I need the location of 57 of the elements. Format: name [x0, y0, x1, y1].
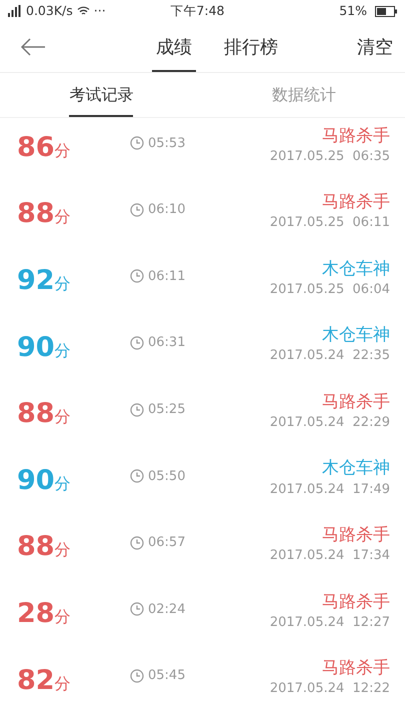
clock-icon — [130, 536, 144, 550]
score-text: 88分 — [17, 400, 71, 430]
record-title: 马路杀手 — [322, 124, 390, 147]
record-title: 马路杀手 — [322, 390, 390, 413]
date-text: 2017.05.25 06:11 — [270, 214, 390, 232]
sub-tab[interactable]: 考试记录 — [69, 81, 134, 117]
signal-icon — [8, 5, 22, 17]
clock-icon — [130, 336, 144, 350]
clear-button[interactable]: 清空 — [357, 34, 393, 60]
record-title: 马路杀手 — [322, 524, 390, 546]
clock-icon — [130, 269, 144, 284]
date-text: 2017.05.25 06:04 — [270, 280, 390, 299]
date-text: 2017.05.24 17:34 — [270, 547, 390, 566]
score-text: 90分 — [17, 334, 71, 363]
clock-icon — [130, 602, 144, 616]
duration-text: 06:10 — [148, 201, 186, 220]
score-text: 88分 — [17, 200, 71, 230]
duration-text: 06:31 — [148, 334, 186, 352]
score-text: 86分 — [17, 134, 71, 163]
speed-text: 0.03K/s — [26, 2, 73, 20]
record-title: 木仓车神 — [322, 457, 390, 480]
score-text: 90分 — [17, 466, 71, 496]
date-text: 2017.05.25 06:35 — [270, 148, 390, 166]
score-text: 28分 — [17, 600, 71, 629]
duration-text: 02:24 — [148, 600, 186, 619]
more-icon: ··· — [94, 2, 106, 20]
date-text: 2017.05.24 12:22 — [270, 680, 390, 698]
clock-icon — [130, 136, 144, 150]
record-title: 马路杀手 — [322, 590, 390, 613]
header-tab[interactable]: 排行榜 — [220, 34, 282, 72]
date-text: 2017.05.24 22:29 — [270, 414, 390, 432]
date-text: 2017.05.24 12:27 — [270, 614, 390, 632]
record-title: 马路杀手 — [322, 657, 390, 680]
date-text: 2017.05.24 22:35 — [270, 347, 390, 366]
duration-text: 06:57 — [148, 534, 186, 552]
score-text: 82分 — [17, 666, 71, 696]
clock-text: 下午7:48 — [170, 2, 224, 18]
clock-icon — [130, 402, 144, 417]
duration-text: 05:25 — [148, 400, 186, 419]
record-title: 马路杀手 — [322, 191, 390, 214]
battery-text: 51% — [339, 2, 367, 20]
clock-icon — [130, 669, 144, 684]
duration-text: 05:50 — [148, 468, 186, 486]
back-arrow-icon[interactable] — [20, 38, 46, 56]
battery-icon — [375, 6, 397, 16]
duration-text: 05:45 — [148, 667, 186, 686]
score-text: 92分 — [17, 266, 71, 296]
date-text: 2017.05.24 17:49 — [270, 480, 390, 499]
record-title: 木仓车神 — [322, 324, 390, 346]
duration-text: 05:53 — [148, 134, 186, 153]
record-title: 木仓车神 — [322, 258, 390, 280]
wifi-icon — [76, 6, 90, 16]
duration-text: 06:11 — [148, 268, 186, 286]
clock-icon — [130, 469, 144, 484]
header-tab[interactable]: 成绩 — [152, 34, 196, 72]
clock-icon — [130, 202, 144, 217]
score-text: 88分 — [17, 533, 71, 562]
